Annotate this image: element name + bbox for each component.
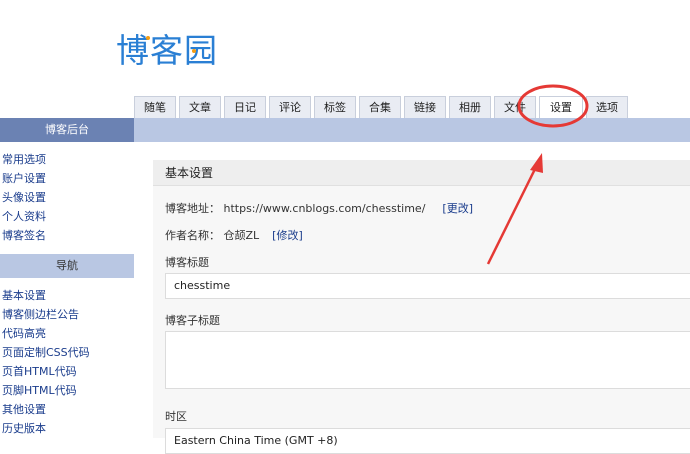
- tab-settings[interactable]: 设置: [539, 96, 583, 118]
- nav-item-custom-css[interactable]: 页面定制CSS代码: [2, 343, 90, 362]
- sidebar-nav-links: 基本设置 博客侧边栏公告 代码高亮 页面定制CSS代码 页首HTML代码 页脚H…: [2, 286, 90, 438]
- tab-posts[interactable]: 随笔: [134, 96, 176, 118]
- tab-tags[interactable]: 标签: [314, 96, 356, 118]
- nav-item-sidebar-notice[interactable]: 博客侧边栏公告: [2, 305, 90, 324]
- sidebar-nav-title: 导航: [0, 254, 134, 278]
- change-url-link[interactable]: [更改]: [442, 202, 473, 215]
- sidebar-item-signature[interactable]: 博客签名: [2, 226, 46, 245]
- blog-title-label: 博客标题: [165, 256, 209, 269]
- site-logo[interactable]: 博客园: [116, 28, 218, 70]
- sidebar-links: 常用选项 账户设置 头像设置 个人资料 博客签名: [2, 150, 46, 245]
- sidebar-item-common-options[interactable]: 常用选项: [2, 150, 46, 169]
- tab-links[interactable]: 链接: [404, 96, 446, 118]
- tab-files[interactable]: 文件: [494, 96, 536, 118]
- edit-author-link[interactable]: [修改]: [272, 229, 303, 242]
- author-name: 仓颉ZL: [223, 229, 260, 242]
- logo-accent-dot: [192, 49, 196, 53]
- tab-albums[interactable]: 相册: [449, 96, 491, 118]
- blog-url-label: 博客地址：: [165, 202, 220, 215]
- panel-title: 基本设置: [153, 160, 690, 186]
- sidebar-item-profile[interactable]: 个人资料: [2, 207, 46, 226]
- blog-url-row: 博客地址： https://www.cnblogs.com/chesstime/…: [165, 200, 473, 216]
- blog-subtitle-label: 博客子标题: [165, 314, 220, 327]
- nav-item-history[interactable]: 历史版本: [2, 419, 90, 438]
- sidebar-item-account-settings[interactable]: 账户设置: [2, 169, 46, 188]
- blog-url-value: https://www.cnblogs.com/chesstime/: [223, 202, 426, 215]
- settings-panel: 基本设置 博客地址： https://www.cnblogs.com/chess…: [153, 160, 690, 454]
- tab-collections[interactable]: 合集: [359, 96, 401, 118]
- tab-comments[interactable]: 评论: [269, 96, 311, 118]
- blog-subtitle-textarea[interactable]: [165, 331, 690, 389]
- blog-title-input[interactable]: chesstime: [165, 273, 690, 299]
- sidebar-title: 博客后台: [0, 118, 134, 142]
- logo-accent-dot: [146, 36, 150, 40]
- logo-text: 博客园: [116, 31, 218, 70]
- sidebar-item-avatar-settings[interactable]: 头像设置: [2, 188, 46, 207]
- main-tabs: 随笔 文章 日记 评论 标签 合集 链接 相册 文件 设置 选项: [134, 96, 631, 118]
- timezone-select[interactable]: Eastern China Time (GMT +8): [165, 428, 690, 454]
- nav-item-other-settings[interactable]: 其他设置: [2, 400, 90, 419]
- author-label: 作者名称：: [165, 229, 220, 242]
- tab-options[interactable]: 选项: [586, 96, 628, 118]
- nav-item-basic-settings[interactable]: 基本设置: [2, 286, 90, 305]
- nav-item-footer-html[interactable]: 页脚HTML代码: [2, 381, 90, 400]
- tab-articles[interactable]: 文章: [179, 96, 221, 118]
- tab-diary[interactable]: 日记: [224, 96, 266, 118]
- nav-item-header-html[interactable]: 页首HTML代码: [2, 362, 90, 381]
- timezone-label: 时区: [165, 410, 187, 423]
- author-row: 作者名称： 仓颉ZL [修改]: [165, 227, 303, 243]
- nav-item-code-highlight[interactable]: 代码高亮: [2, 324, 90, 343]
